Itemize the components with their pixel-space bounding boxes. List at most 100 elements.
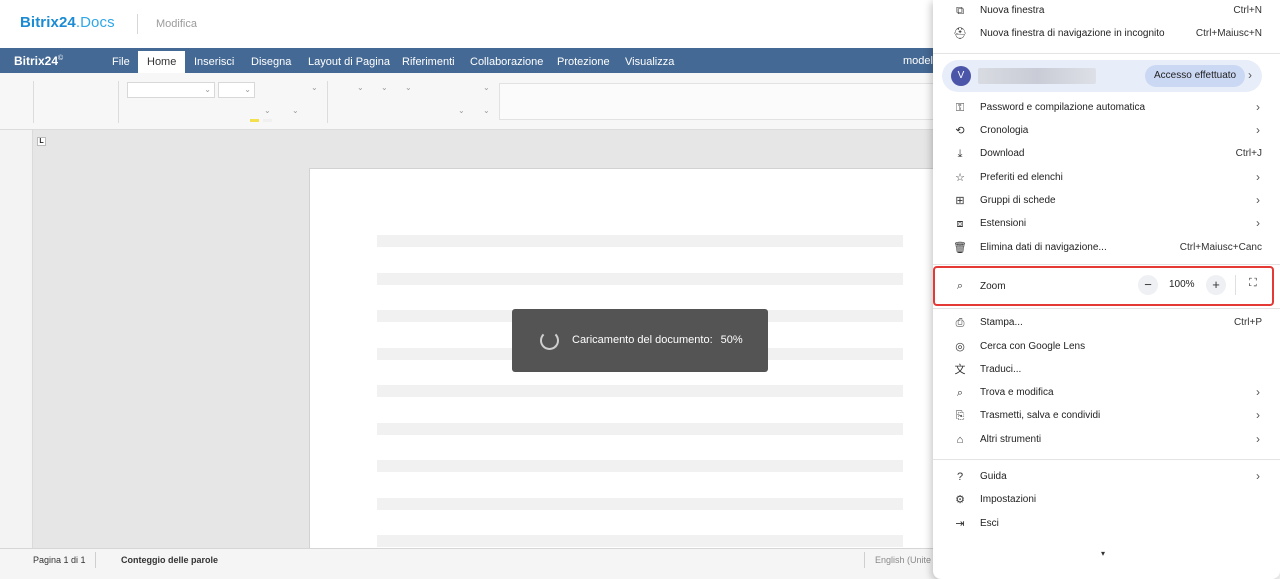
chevron-down-icon[interactable]: ⌄ <box>292 106 299 115</box>
chevron-right-icon: › <box>1256 385 1260 399</box>
menu-item-label: Traduci... <box>980 364 1022 375</box>
tab-groups-icon: ⊞ <box>955 195 965 207</box>
chevron-right-icon: › <box>1256 100 1260 114</box>
menu-item-label: Altri strumenti <box>980 434 1042 445</box>
menu-item-bookmarks[interactable]: ☆ Preferiti ed elenchi › <box>933 168 1280 190</box>
highlight-color-swatch <box>250 119 259 122</box>
chevron-right-icon: › <box>1256 170 1260 184</box>
zoom-divider <box>1235 275 1236 295</box>
translate-icon: 文 <box>954 364 966 376</box>
avatar: V <box>951 66 971 86</box>
cast-icon: ⎘ <box>955 410 965 422</box>
menu-logo-mark: © <box>58 55 64 62</box>
menu-item-passwords[interactable]: ⚿ Password e compilazione automatica › <box>933 98 1280 120</box>
document-loading-dialog: Caricamento del documento: 50% <box>512 309 768 372</box>
menu-divider <box>933 264 1280 265</box>
tab-protezione[interactable]: Protezione <box>548 51 619 73</box>
vertical-ruler <box>0 130 33 548</box>
chevron-down-icon[interactable]: ⌄ <box>405 83 412 92</box>
font-size-select[interactable]: ⌄ <box>218 82 255 98</box>
chevron-down-icon[interactable]: ⌄ <box>458 106 465 115</box>
text-line-placeholder <box>377 498 903 510</box>
tab-inserisci[interactable]: Inserisci <box>185 51 243 73</box>
header-divider <box>137 14 138 34</box>
bitrix24-docs-logo[interactable]: Bitrix24.Docs <box>20 14 115 31</box>
tab-home[interactable]: Home <box>138 51 186 73</box>
menu-item-help[interactable]: ? Guida › <box>933 467 1280 489</box>
loading-label: Caricamento del documento: <box>572 334 713 346</box>
star-icon: ☆ <box>955 172 965 184</box>
extensions-icon: ⧈ <box>956 218 964 230</box>
chevron-down-icon[interactable]: ⌄ <box>357 83 364 92</box>
menu-item-settings[interactable]: ⚙ Impostazioni <box>933 490 1280 512</box>
menu-item-downloads[interactable]: ⤓ Download Ctrl+J <box>933 144 1280 166</box>
fullscreen-icon[interactable]: ⛶ <box>1249 277 1257 290</box>
logo-suffix-text: .Docs <box>75 14 115 31</box>
tab-visualizza[interactable]: Visualizza <box>616 51 683 73</box>
tab-disegna[interactable]: Disegna <box>242 51 300 73</box>
menu-item-new-incognito-window[interactable]: ⛑ Nuova finestra di navigazione in incog… <box>933 24 1280 46</box>
loading-percent: 50% <box>720 334 743 346</box>
language-selector[interactable]: English (Unite <box>875 555 931 565</box>
exit-icon: ⇥ <box>955 518 965 530</box>
incognito-icon: ⛑ <box>953 28 967 40</box>
loading-spinner-icon <box>540 331 559 350</box>
menu-item-new-window[interactable]: ⧉ Nuova finestra Ctrl+N <box>933 1 1280 23</box>
menu-item-label: Impostazioni <box>980 494 1037 505</box>
edit-mode-label: Modifica <box>156 18 197 30</box>
text-line-placeholder <box>377 460 903 472</box>
menu-item-history[interactable]: ⟲ Cronologia › <box>933 121 1280 143</box>
chevron-down-icon[interactable]: ⌄ <box>483 106 490 115</box>
chevron-right-icon: › <box>1256 408 1260 422</box>
tab-stop-selector[interactable]: L <box>37 137 46 146</box>
tab-collaborazione[interactable]: Collaborazione <box>461 51 552 73</box>
menu-item-label: Trasmetti, salva e condividi <box>980 410 1101 421</box>
zoom-in-button[interactable]: + <box>1206 275 1226 295</box>
chevron-down-icon[interactable]: ⌄ <box>483 83 490 92</box>
menu-item-translate[interactable]: 文 Traduci... <box>933 360 1280 382</box>
menu-item-label: Trova e modifica <box>980 387 1054 398</box>
zoom-out-button[interactable]: − <box>1138 275 1158 295</box>
menu-item-print[interactable]: ⎙ Stampa... Ctrl+P <box>933 313 1280 335</box>
word-count-button[interactable]: Conteggio delle parole <box>121 555 218 565</box>
text-line-placeholder <box>377 273 903 285</box>
text-line-placeholder <box>377 235 903 247</box>
chevron-down-icon[interactable]: ⌄ <box>381 83 388 92</box>
font-family-select[interactable]: ⌄ <box>127 82 215 98</box>
font-color-swatch <box>263 119 272 122</box>
status-divider <box>864 552 865 568</box>
menu-item-extensions[interactable]: ⧈ Estensioni › <box>933 214 1280 236</box>
tab-file[interactable]: File <box>103 51 139 73</box>
menu-item-zoom: ⌕ Zoom − 100% + ⛶ <box>933 275 1280 297</box>
zoom-level-value: 100% <box>1169 279 1195 290</box>
tab-riferimenti[interactable]: Riferimenti <box>393 51 464 73</box>
styles-gallery[interactable] <box>499 83 939 120</box>
history-icon: ⟲ <box>955 125 965 137</box>
more-items-indicator[interactable]: ▾ <box>1101 549 1105 558</box>
menu-item-google-lens[interactable]: ◎ Cerca con Google Lens <box>933 337 1280 359</box>
page-indicator[interactable]: Pagina 1 di 1 <box>33 555 86 565</box>
menu-item-exit[interactable]: ⇥ Esci <box>933 514 1280 536</box>
menu-item-label: Gruppi di schede <box>980 195 1056 206</box>
profile-chip[interactable]: V Accesso effettuato › <box>942 60 1262 92</box>
chevron-down-icon[interactable]: ⌄ <box>264 106 271 115</box>
chevron-right-icon: › <box>1256 193 1260 207</box>
menu-item-find-edit[interactable]: ⌕ Trova e modifica › <box>933 383 1280 405</box>
menu-item-shortcut: Ctrl+P <box>1233 317 1262 328</box>
menu-item-label: Esci <box>980 518 999 529</box>
chevron-right-icon: › <box>1256 469 1260 483</box>
menu-item-cast-save-share[interactable]: ⎘ Trasmetti, salva e condividi › <box>933 406 1280 428</box>
menu-item-shortcut: Ctrl+Maiusc+Canc <box>1179 242 1262 253</box>
chevron-right-icon: › <box>1256 432 1260 446</box>
chevron-down-icon[interactable]: ⌄ <box>311 83 318 92</box>
toolbar-divider <box>118 81 119 123</box>
menu-item-shortcut: Ctrl+N <box>1233 5 1262 16</box>
menu-item-tab-groups[interactable]: ⊞ Gruppi di schede › <box>933 191 1280 213</box>
print-icon: ⎙ <box>955 317 965 329</box>
tab-layout-di-pagina[interactable]: Layout di Pagina <box>299 51 399 73</box>
menu-item-more-tools[interactable]: ⌂ Altri strumenti › <box>933 430 1280 452</box>
menu-divider <box>933 459 1280 460</box>
text-line-placeholder <box>377 535 903 547</box>
menu-item-clear-browsing-data[interactable]: 🗑 Elimina dati di navigazione... Ctrl+Ma… <box>933 238 1280 260</box>
signed-in-badge: Accesso effettuato <box>1145 65 1246 87</box>
